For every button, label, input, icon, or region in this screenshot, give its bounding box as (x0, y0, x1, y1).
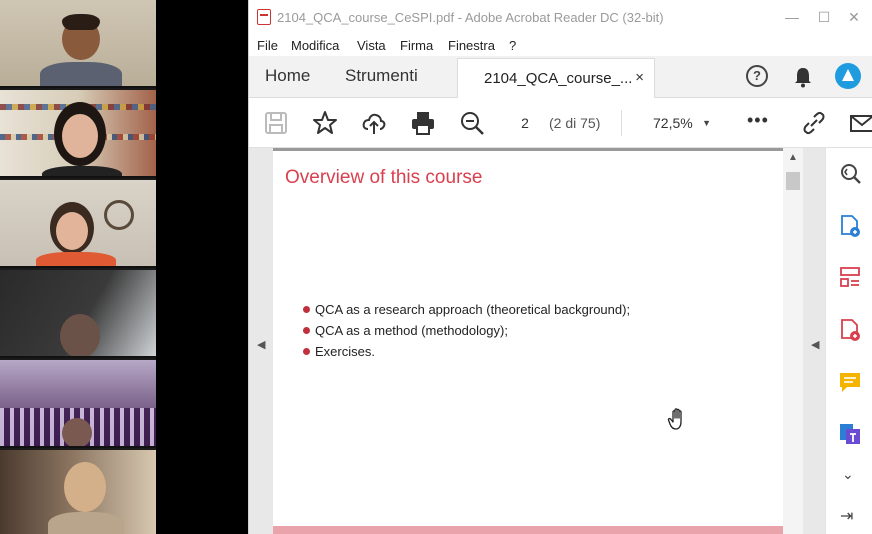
export-pdf-icon[interactable] (838, 318, 862, 342)
window-title: 2104_QCA_course_CeSPI.pdf - Adobe Acroba… (277, 10, 664, 25)
slide-title: Overview of this course (285, 167, 483, 188)
slide-footer-band (273, 526, 783, 534)
video-participants-strip (0, 0, 156, 534)
participant-tile-2[interactable] (0, 90, 156, 178)
edit-pdf-icon[interactable] (838, 422, 862, 446)
create-pdf-icon[interactable] (838, 214, 862, 238)
tab-document-label: 2104_QCA_course_... (484, 70, 633, 87)
menu-vista[interactable]: Vista (357, 38, 386, 53)
participant-tile-6[interactable] (0, 450, 156, 534)
bookmark-star-icon[interactable] (312, 110, 338, 136)
toolbar-divider (621, 110, 622, 136)
acrobat-app-icon (257, 9, 271, 25)
hand-cursor-icon (667, 408, 682, 430)
organize-pages-icon[interactable] (838, 266, 862, 290)
chevron-down-icon: ▼ (702, 118, 711, 128)
zoom-select[interactable]: 72,5% ▼ (645, 111, 715, 135)
vertical-scrollbar[interactable]: ▲ (783, 148, 803, 534)
save-icon[interactable] (263, 110, 289, 136)
search-tool-icon[interactable] (838, 162, 862, 186)
menu-bar: File Modifica Vista Firma Finestra ? (249, 34, 872, 56)
zoom-value: 72,5% (653, 115, 693, 131)
email-icon[interactable] (849, 110, 872, 136)
slide-bullet: QCA as a research approach (theoretical … (303, 299, 630, 320)
account-avatar[interactable] (835, 63, 861, 89)
participant-tile-3[interactable] (0, 180, 156, 268)
scroll-up-icon[interactable]: ▲ (788, 152, 798, 163)
cloud-upload-icon[interactable] (361, 110, 387, 136)
help-icon[interactable]: ? (746, 65, 768, 87)
bell-icon[interactable] (793, 66, 813, 88)
participant-tile-5[interactable] (0, 360, 156, 448)
title-bar: 2104_QCA_course_CeSPI.pdf - Adobe Acroba… (249, 0, 872, 34)
tab-home[interactable]: Home (265, 66, 310, 86)
page-count-label: (2 di 75) (549, 115, 601, 131)
tools-pane: ⌄ ⇥ (825, 148, 872, 534)
toolbar: 2 (2 di 75) 72,5% ▼ ••• (249, 98, 872, 148)
slide-bullet: QCA as a method (methodology); (303, 320, 630, 341)
menu-finestra[interactable]: Finestra (448, 38, 495, 53)
page-number-input[interactable]: 2 (509, 111, 541, 135)
screen-share-gap (156, 0, 248, 534)
menu-firma[interactable]: Firma (400, 38, 433, 53)
expand-left-panel-icon[interactable]: ◀ (257, 338, 265, 351)
more-tools-button[interactable]: ••• (747, 110, 769, 131)
slide-bullet: Exercises. (303, 341, 630, 362)
pdf-page: Overview of this course QCA as a researc… (273, 148, 783, 534)
chevron-down-icon[interactable]: ⌄ (842, 466, 854, 483)
document-viewport[interactable]: ◀ Overview of this course QCA as a resea… (249, 148, 825, 534)
minimize-button[interactable]: — (783, 8, 801, 26)
zoom-out-icon[interactable] (459, 110, 485, 136)
tab-bar: Home Strumenti 2104_QCA_course_... × ? (249, 56, 872, 98)
print-icon[interactable] (410, 110, 436, 136)
close-tab-icon[interactable]: × (635, 69, 644, 86)
menu-help[interactable]: ? (509, 38, 516, 53)
menu-modifica[interactable]: Modifica (291, 38, 339, 53)
participant-tile-4[interactable] (0, 270, 156, 358)
acrobat-window: 2104_QCA_course_CeSPI.pdf - Adobe Acroba… (248, 0, 872, 534)
comment-icon[interactable] (838, 370, 862, 394)
close-window-button[interactable]: ✕ (845, 8, 863, 26)
slide-bullet-list: QCA as a research approach (theoretical … (303, 299, 630, 362)
tab-document[interactable]: 2104_QCA_course_... × (457, 58, 655, 98)
menu-file[interactable]: File (257, 38, 278, 53)
collapse-right-panel-icon[interactable]: ◀ (811, 338, 819, 351)
maximize-button[interactable]: ☐ (815, 8, 833, 26)
share-link-icon[interactable] (801, 110, 827, 136)
participant-tile-1[interactable] (0, 0, 156, 88)
collapse-pane-icon[interactable]: ⇥ (840, 506, 853, 526)
tab-tools[interactable]: Strumenti (345, 66, 418, 86)
scrollbar-thumb[interactable] (786, 172, 800, 190)
